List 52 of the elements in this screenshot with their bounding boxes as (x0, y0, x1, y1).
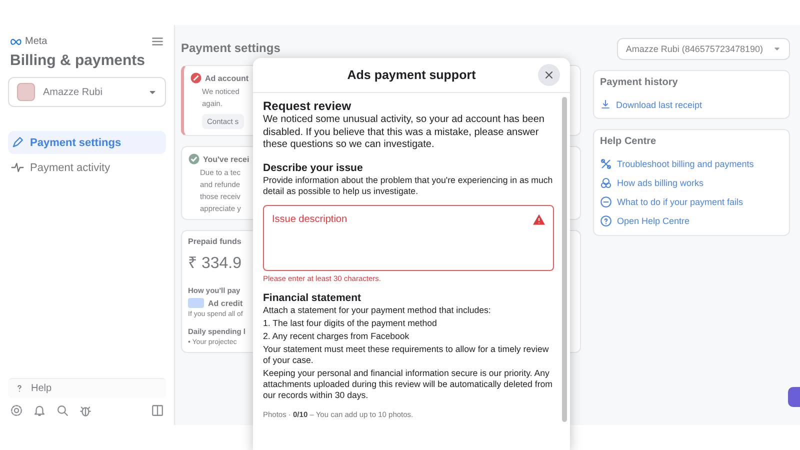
check-icon (188, 153, 200, 165)
help-icon (600, 215, 612, 227)
card-title: Payment history (600, 77, 678, 88)
issue-field[interactable]: Issue description (263, 204, 554, 270)
caret-icon (773, 45, 781, 53)
review-heading: Request review (263, 99, 352, 113)
account-selector[interactable]: Amazze Rubi (846575723478190) (616, 38, 790, 60)
page-title: Billing & payments (10, 52, 146, 69)
minus-circle-icon (600, 196, 612, 208)
close-button[interactable] (538, 64, 560, 86)
payment-method: Ad credit (208, 298, 243, 308)
help-link[interactable]: How ads billing works (600, 175, 704, 191)
help-link[interactable]: Open Help Centre (600, 213, 690, 229)
section-title: Payment settings (181, 41, 280, 55)
issue-heading: Describe your issue (263, 162, 364, 174)
settings-icon (10, 404, 23, 417)
help-link[interactable]: Troubleshoot billing and payments (600, 156, 754, 172)
menu-icon (151, 35, 164, 48)
help-link[interactable]: What to do if your payment fails (600, 194, 744, 210)
account-avatar (17, 83, 35, 101)
nav-item[interactable]: Payment settings (8, 131, 166, 154)
account-dropdown[interactable]: Amazze Rubi (8, 77, 166, 107)
funds-amount: ₹ 334.9 (188, 254, 242, 273)
activity-icon (11, 161, 24, 174)
download-icon (600, 99, 611, 110)
credit-chip-icon (188, 298, 204, 308)
pencil-icon (11, 136, 24, 149)
statement-text: Attach a statement for your payment method that includes: (263, 304, 492, 316)
statement-text: 2. Any recent charges from Facebook (263, 330, 410, 342)
error-icon (190, 72, 202, 84)
statement-text: Keeping your personal and financial information secure is our priority. Any attachments uploaded during this review will be automatically deleted from our records within 30 days. (263, 368, 554, 400)
alert-title: Ad account (205, 74, 249, 82)
dialog-title: Ads payment support (347, 68, 476, 82)
statement-text: 1. The last four digits of the payment method (263, 318, 438, 328)
help-item[interactable]: Help (8, 378, 166, 398)
statement-text: Your statement must meet these requirements to allow for a timely review of your case. (263, 344, 550, 366)
brand-name: Meta (25, 36, 48, 47)
card-title: Help Centre (600, 136, 656, 147)
warning-icon (533, 214, 545, 224)
bug-icon (79, 404, 92, 417)
issue-instructions: Provide information about the problem that you're experiencing in as much detail as possible to help us investigate. (263, 174, 554, 196)
bell-icon (33, 404, 46, 417)
funds-title: Prepaid funds (188, 237, 242, 246)
close-icon (543, 69, 555, 81)
download-link[interactable]: Download last receipt (600, 97, 702, 112)
intro-text: We noticed some unusual activity, so your ad account has been disabled. If you believe that this was a mistake, please answer these questions so we can investigate. (263, 114, 546, 152)
nav-item[interactable]: Payment activity (8, 156, 166, 179)
alert-title: You've recei (203, 154, 250, 164)
statement-heading: Financial statement (263, 292, 362, 304)
scrollbar[interactable] (562, 97, 567, 422)
search-icon (56, 404, 69, 417)
panel-icon (151, 404, 164, 417)
